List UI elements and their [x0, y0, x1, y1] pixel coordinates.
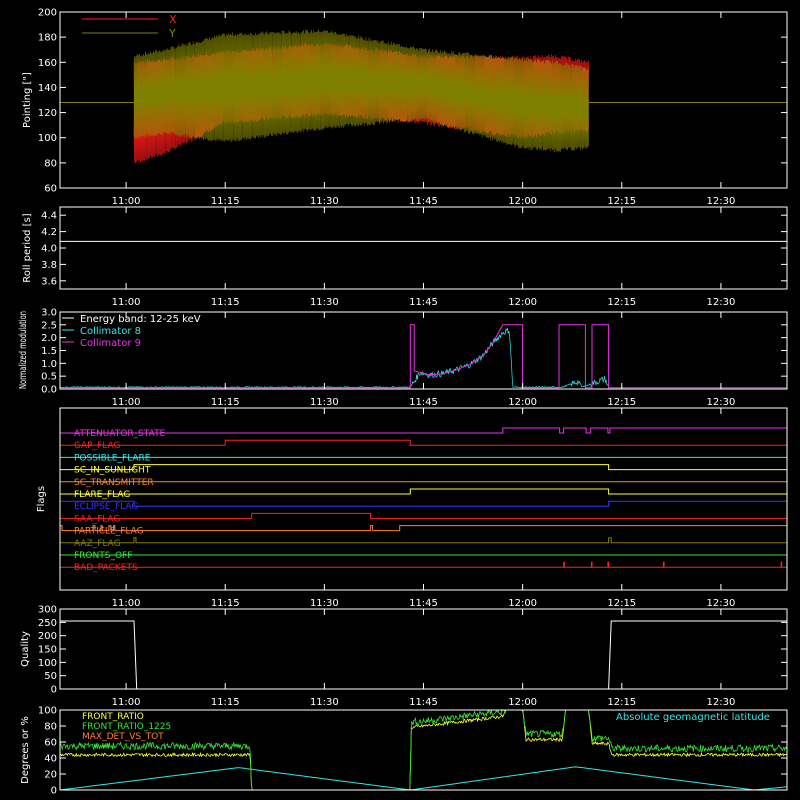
x-tick-label: 12:15: [607, 598, 636, 609]
x-tick-label: 11:15: [211, 297, 240, 308]
legend-y-label: Y: [168, 27, 176, 40]
y-tick-label: 0.0: [41, 385, 57, 396]
x-tick-label: 12:00: [508, 598, 537, 609]
y-tick-label: 150: [38, 645, 57, 656]
y-tick-label: 4.0: [41, 244, 57, 255]
x-tick-label: 12:30: [706, 598, 735, 609]
legend-collimator8-label: Collimator 8: [80, 326, 141, 337]
modulation-ylabel: Normalized modulation: [18, 311, 29, 389]
x-tick-label: 12:00: [508, 397, 537, 408]
x-tick-label: 11:45: [409, 297, 438, 308]
y-tick-label: 200: [38, 631, 57, 642]
x-tick-label: 12:15: [607, 297, 636, 308]
x-tick-label: 11:30: [310, 397, 339, 408]
y-tick-label: 0: [51, 685, 57, 696]
roll-period-ylabel: Roll period [s]: [22, 213, 33, 282]
y-tick-label: 0.5: [41, 372, 57, 383]
x-tick-label: 11:30: [310, 697, 339, 708]
y-tick-label: 4.2: [41, 227, 57, 238]
flag-label: FRONTS_OFF: [74, 551, 132, 561]
x-tick-label: 12:00: [508, 697, 537, 708]
x-tick-label: 12:30: [706, 397, 735, 408]
y-tick-label: 80: [44, 158, 57, 169]
flag-label: POSSIBLE_FLARE: [74, 453, 151, 463]
y-tick-label: 60: [44, 738, 57, 749]
y-tick-label: 200: [38, 8, 57, 19]
x-tick-label: 12:15: [607, 697, 636, 708]
y-tick-label: 60: [44, 184, 57, 195]
stacked-time-series-plot: 6080100120140160180200 11:00 11:15 11:30 11…: [0, 0, 800, 800]
y-tick-label: 4.4: [41, 211, 57, 222]
y-tick-label: 100: [38, 706, 57, 717]
geomagnetic-latitude-annotation: Absolute geomagnetic latitude: [616, 712, 770, 723]
x-tick-label: 12:00: [508, 196, 537, 207]
y-tick-label: 180: [38, 33, 57, 44]
y-tick-label: 1.0: [41, 359, 57, 370]
y-tick-label: 0: [51, 786, 57, 797]
ratio-ylabel: Degrees or %: [20, 716, 31, 784]
y-tick-label: 3.6: [41, 276, 57, 287]
x-tick-label: 12:30: [706, 196, 735, 207]
x-tick-label: 11:00: [112, 697, 141, 708]
y-tick-label: 160: [38, 58, 57, 69]
flag-label: ATTENUATOR_STATE: [74, 429, 166, 439]
y-tick-label: 50: [44, 671, 57, 682]
flag-label: ECLIPSE_FLAG: [74, 502, 138, 512]
legend-x-label: X: [169, 13, 177, 26]
flag-label: SC_TRANSMITTER: [74, 478, 154, 488]
x-tick-label: 11:00: [112, 196, 141, 207]
x-tick-label: 11:00: [112, 397, 141, 408]
flag-label: GAP_FLAG: [74, 441, 120, 451]
legend-front-ratio-1225-label: FRONT_RATIO_1225: [82, 722, 171, 732]
x-tick-label: 11:15: [211, 598, 240, 609]
y-tick-label: 40: [44, 754, 57, 765]
quality-ylabel: Quality: [20, 631, 31, 667]
flags-ylabel: Flags: [36, 486, 47, 512]
x-tick-label: 11:15: [211, 697, 240, 708]
x-tick-label: 11:00: [112, 598, 141, 609]
y-tick-label: 80: [44, 722, 57, 733]
y-tick-label: 2.5: [41, 320, 57, 331]
x-tick-label: 11:45: [409, 196, 438, 207]
x-tick-label: 12:00: [508, 297, 537, 308]
x-tick-label: 12:30: [706, 697, 735, 708]
y-tick-label: 2.0: [41, 333, 57, 344]
pointing-ylabel: Pointing ["]: [22, 72, 33, 128]
x-tick-label: 11:45: [409, 397, 438, 408]
legend-max-det-label: MAX_DET_VS_TOT: [82, 732, 164, 742]
x-tick-label: 11:00: [112, 297, 141, 308]
y-tick-label: 3.0: [41, 308, 57, 319]
y-tick-label: 140: [38, 83, 57, 94]
y-tick-label: 100: [38, 133, 57, 144]
x-tick-label: 11:30: [310, 196, 339, 207]
x-tick-label: 11:45: [409, 598, 438, 609]
legend-energy-label: Energy band: 12-25 keV: [80, 314, 201, 325]
flag-label: FLARE_FLAG: [74, 490, 130, 500]
y-tick-label: 300: [38, 605, 57, 616]
y-tick-label: 20: [44, 770, 57, 781]
x-tick-label: 11:30: [310, 598, 339, 609]
x-tick-label: 11:30: [310, 297, 339, 308]
x-tick-label: 12:15: [607, 196, 636, 207]
flag-label: SC_IN_SUNLIGHT: [74, 466, 151, 476]
y-tick-label: 250: [38, 618, 57, 629]
legend-front-ratio-label: FRONT_RATIO: [82, 712, 144, 722]
x-tick-label: 11:15: [211, 397, 240, 408]
y-tick-label: 100: [38, 658, 57, 669]
flag-label: BAD_PACKETS: [74, 563, 138, 573]
y-tick-label: 120: [38, 108, 57, 119]
x-tick-label: 11:15: [211, 196, 240, 207]
x-tick-label: 11:45: [409, 697, 438, 708]
flag-label: SAA_FLAG: [74, 514, 120, 524]
x-tick-label: 12:15: [607, 397, 636, 408]
legend-collimator9-label: Collimator 9: [80, 338, 141, 349]
y-tick-label: 1.5: [41, 346, 57, 357]
x-tick-label: 12:30: [706, 297, 735, 308]
flag-label: AAZ_FLAG: [74, 539, 121, 549]
y-tick-label: 3.8: [41, 260, 57, 271]
